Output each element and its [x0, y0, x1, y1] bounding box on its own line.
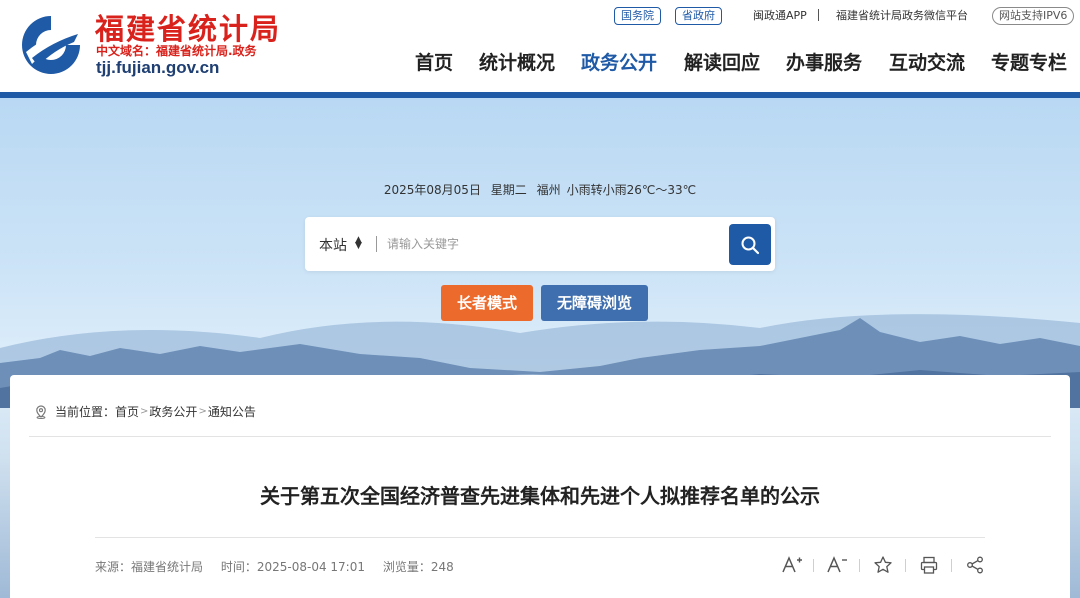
article-views: 浏览量：248 [382, 560, 454, 574]
print-icon[interactable] [917, 553, 941, 577]
app-link[interactable]: 闽政通APP [753, 8, 807, 24]
search-button[interactable] [729, 224, 771, 265]
font-increase-icon[interactable] [780, 553, 804, 577]
breadcrumb-divider [29, 436, 1051, 437]
search-scope-select[interactable]: 本站 [319, 235, 347, 255]
elder-mode-button[interactable]: 长者模式 [441, 285, 533, 321]
top-links: 国务院 省政府 闽政通APP 福建省统计局政务微信平台 网站支持IPV6 [0, 7, 1080, 27]
article-title: 关于第五次全国经济普查先进集体和先进个人拟推荐名单的公示 [260, 484, 820, 508]
weather-line: 2025年08月05日 星期二 福州 小雨转小雨26℃～33℃ [0, 181, 1080, 198]
article-meta: 来源：福建省统计局 时间：2025-08-04 17:01 浏览量：248 [95, 558, 468, 575]
share-icon[interactable] [963, 553, 987, 577]
nav-item-topics[interactable]: 专题专栏 [991, 49, 1067, 77]
search-icon [741, 236, 760, 254]
sort-caret-icon[interactable]: ▲ ▼ [355, 236, 362, 251]
search-input[interactable] [387, 231, 717, 257]
toolbar-divider [905, 559, 906, 572]
weather-forecast: 小雨转小雨26℃～33℃ [566, 183, 697, 197]
nav-item-overview[interactable]: 统计概况 [479, 49, 555, 77]
nav-item-interpretation[interactable]: 解读回应 [684, 49, 760, 77]
breadcrumb-separator: > [198, 406, 207, 417]
toolbar-divider [951, 559, 952, 572]
meta-divider [95, 537, 985, 538]
accessible-browse-button[interactable]: 无障碍浏览 [541, 285, 648, 321]
weather-weekday: 星期二 [490, 183, 527, 197]
wechat-link[interactable]: 福建省统计局政务微信平台 [836, 8, 968, 24]
article-toolbar [780, 553, 990, 581]
guowuyuan-link[interactable]: 国务院 [614, 7, 661, 25]
toolbar-divider [813, 559, 814, 572]
breadcrumb-prefix: 当前位置： [55, 405, 116, 419]
search-box: 本站 ▲ ▼ [305, 217, 775, 271]
breadcrumb: 当前位置： 首页 > 政务公开 > 通知公告 [34, 403, 256, 420]
nav-item-services[interactable]: 办事服务 [786, 49, 862, 77]
article-source: 来源：福建省统计局 [95, 560, 204, 574]
weather-city: 福州 [536, 183, 561, 197]
article-time: 时间：2025-08-04 17:01 [220, 560, 365, 574]
star-favorite-icon[interactable] [871, 553, 895, 577]
top-divider [818, 9, 819, 21]
shengzhengfu-link[interactable]: 省政府 [675, 7, 722, 25]
site-header: 福建省统计局 中文域名：福建省统计局.政务 tjj.fujian.gov.cn … [0, 0, 1080, 93]
nav-item-gov-affairs[interactable]: 政务公开 [581, 49, 657, 77]
breadcrumb-notices[interactable]: 通知公告 [208, 403, 256, 420]
font-decrease-icon[interactable] [825, 553, 849, 577]
nav-item-interaction[interactable]: 互动交流 [889, 49, 965, 77]
nav-item-home[interactable]: 首页 [415, 49, 453, 77]
ipv6-badge: 网站支持IPV6 [992, 7, 1075, 25]
article-card: 当前位置： 首页 > 政务公开 > 通知公告 关于第五次全国经济普查先进集体和先… [10, 375, 1070, 598]
toolbar-divider [859, 559, 860, 572]
search-divider [376, 236, 377, 252]
breadcrumb-separator: > [140, 406, 149, 417]
breadcrumb-home[interactable]: 首页 [115, 403, 139, 420]
breadcrumb-gov-affairs[interactable]: 政务公开 [149, 403, 197, 420]
location-pin-icon [36, 404, 46, 419]
weather-date: 2025年08月05日 [383, 183, 481, 197]
main-nav: 首页 统计概况 政务公开 解读回应 办事服务 互动交流 专题专栏 [0, 49, 1080, 79]
